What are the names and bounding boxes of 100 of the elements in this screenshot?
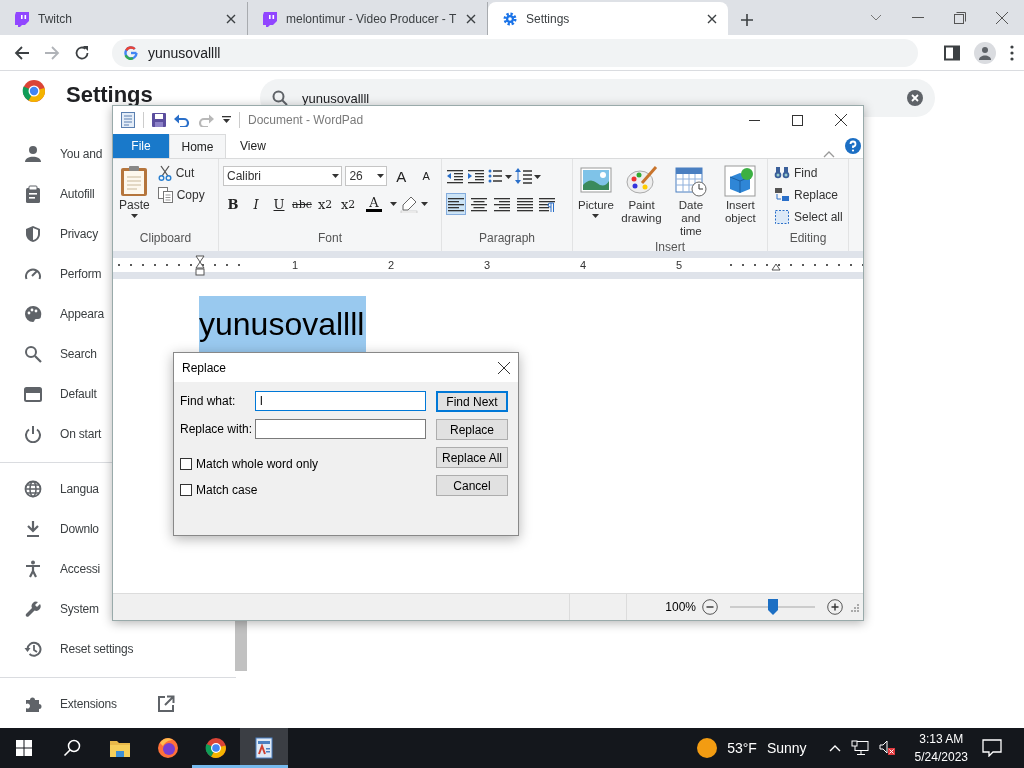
font-color-button[interactable]: A <box>361 193 387 215</box>
highlighter-icon[interactable] <box>400 195 418 213</box>
indent-marker-icon[interactable] <box>195 255 205 277</box>
cut-button[interactable]: Cut <box>155 163 207 183</box>
undo-icon[interactable] <box>174 113 190 127</box>
minimize-icon[interactable] <box>912 16 924 19</box>
close-icon[interactable] <box>996 11 1008 24</box>
nav-item[interactable]: Langua <box>0 469 101 509</box>
bullet-list-icon[interactable] <box>488 167 512 185</box>
dialog-button[interactable]: Replace <box>436 419 508 440</box>
reload-icon[interactable] <box>74 44 90 61</box>
checkbox[interactable] <box>180 458 192 470</box>
strike-button[interactable]: abc <box>292 193 312 215</box>
increase-indent-icon[interactable] <box>467 167 485 185</box>
checkbox-label: Match whole word only <box>196 457 319 471</box>
nav-item[interactable]: System <box>0 589 101 629</box>
copy-button[interactable]: Copy <box>155 185 207 205</box>
ribbon-tab[interactable]: Home <box>169 134 226 158</box>
grow-button[interactable]: A <box>390 165 413 187</box>
bold-button[interactable]: B <box>223 193 243 215</box>
ribbon-tab[interactable]: View <box>226 134 280 158</box>
chevron-up-icon[interactable] <box>828 744 841 752</box>
nav-item[interactable]: Extensions <box>0 684 177 724</box>
notification-icon[interactable] <box>982 739 1002 757</box>
font-name-dropdown[interactable]: Calibri <box>223 166 343 186</box>
chevron-down-icon[interactable] <box>870 13 882 22</box>
restore-icon[interactable] <box>954 11 966 24</box>
paragraph-icon[interactable] <box>538 195 556 213</box>
collapse-ribbon-icon[interactable] <box>823 150 835 158</box>
help-icon[interactable] <box>845 138 861 154</box>
network-icon[interactable] <box>850 740 869 756</box>
close-icon[interactable] <box>465 12 477 25</box>
scrollbar-thumb[interactable] <box>235 621 247 671</box>
editing-button[interactable]: Replace <box>772 185 845 205</box>
file-menu-button[interactable]: File <box>113 134 169 158</box>
wrench-icon <box>24 600 42 618</box>
search-icon <box>24 345 42 363</box>
minimize-icon[interactable] <box>749 119 760 121</box>
resize-grip-icon[interactable] <box>849 602 859 612</box>
back-icon[interactable] <box>14 44 30 61</box>
browser-tab[interactable]: Settings <box>488 2 728 35</box>
nav-item[interactable]: Autofill <box>0 174 97 214</box>
nav-item[interactable]: Privacy <box>0 214 100 254</box>
input-field[interactable]: l <box>255 391 426 411</box>
zoom-out-icon[interactable] <box>702 599 718 615</box>
insert-button[interactable]: Paint drawing <box>618 163 665 240</box>
underline-button[interactable]: U <box>269 193 289 215</box>
external-link-icon[interactable] <box>156 695 175 713</box>
paste-button[interactable]: Paste <box>117 163 152 231</box>
font-size-dropdown[interactable]: 26 <box>345 166 388 186</box>
dialog-button[interactable]: Find Next <box>436 391 508 412</box>
close-icon[interactable] <box>225 12 237 25</box>
italic-button[interactable]: I <box>246 193 266 215</box>
insert-button[interactable]: Picture <box>577 163 615 240</box>
dialog-button[interactable]: Cancel <box>436 475 508 496</box>
line-spacing-icon[interactable] <box>515 167 541 185</box>
nav-item[interactable]: Downlo <box>0 509 101 549</box>
ruler: 1 2 3 4 5 <box>113 258 863 272</box>
close-icon[interactable] <box>498 361 510 374</box>
lines-icon <box>447 195 465 213</box>
nav-item[interactable]: You and <box>0 134 105 174</box>
nav-item[interactable]: Accessi <box>0 549 102 589</box>
nav-item[interactable]: Perform <box>0 254 104 294</box>
profile-avatar[interactable] <box>974 41 996 64</box>
insert-button[interactable]: Insert object <box>717 163 763 240</box>
nav-item[interactable]: Reset settings <box>0 629 136 669</box>
new-tab-icon[interactable] <box>740 13 754 27</box>
dialog-button[interactable]: Replace All <box>436 447 508 468</box>
taskbar-app[interactable] <box>240 728 288 768</box>
slider-thumb[interactable] <box>767 599 778 615</box>
right-indent-marker-icon[interactable] <box>771 263 781 271</box>
caret-icon[interactable] <box>390 202 397 206</box>
side-panel-icon[interactable] <box>944 44 960 61</box>
save-icon[interactable] <box>152 113 166 127</box>
nav-item[interactable]: Default <box>0 374 99 414</box>
customize-caret-icon[interactable] <box>222 116 231 124</box>
editing-button[interactable]: Find <box>772 163 845 183</box>
align-left-button[interactable] <box>446 193 466 215</box>
decrease-indent-icon[interactable] <box>446 167 464 185</box>
clock-time[interactable]: 3:13 AM <box>919 730 964 748</box>
close-icon[interactable] <box>835 114 847 126</box>
menu-icon[interactable] <box>1010 44 1014 61</box>
nav-item[interactable]: Appeara <box>0 294 106 334</box>
volume-muted-icon[interactable] <box>878 740 895 756</box>
address-field[interactable]: yunusovallll <box>112 38 918 67</box>
shrink-button[interactable]: A <box>415 165 437 187</box>
maximize-icon[interactable] <box>792 114 803 126</box>
clock-date[interactable]: 5/24/2023 <box>914 748 968 766</box>
nav-item[interactable]: On start <box>0 414 104 454</box>
insert-button[interactable]: Date and time <box>668 163 714 240</box>
browser-tab[interactable]: melontimur - Video Producer - T <box>248 2 488 35</box>
browser-tab[interactable]: Twitch <box>0 2 248 35</box>
nav-item[interactable]: Search <box>0 334 99 374</box>
clear-icon[interactable] <box>907 90 923 106</box>
caret-icon[interactable] <box>421 202 428 206</box>
zoom-in-icon[interactable] <box>827 599 843 615</box>
checkbox[interactable] <box>180 484 192 496</box>
close-icon[interactable] <box>706 12 718 25</box>
input-field[interactable] <box>255 419 426 439</box>
editing-button[interactable]: Select all <box>772 207 845 227</box>
